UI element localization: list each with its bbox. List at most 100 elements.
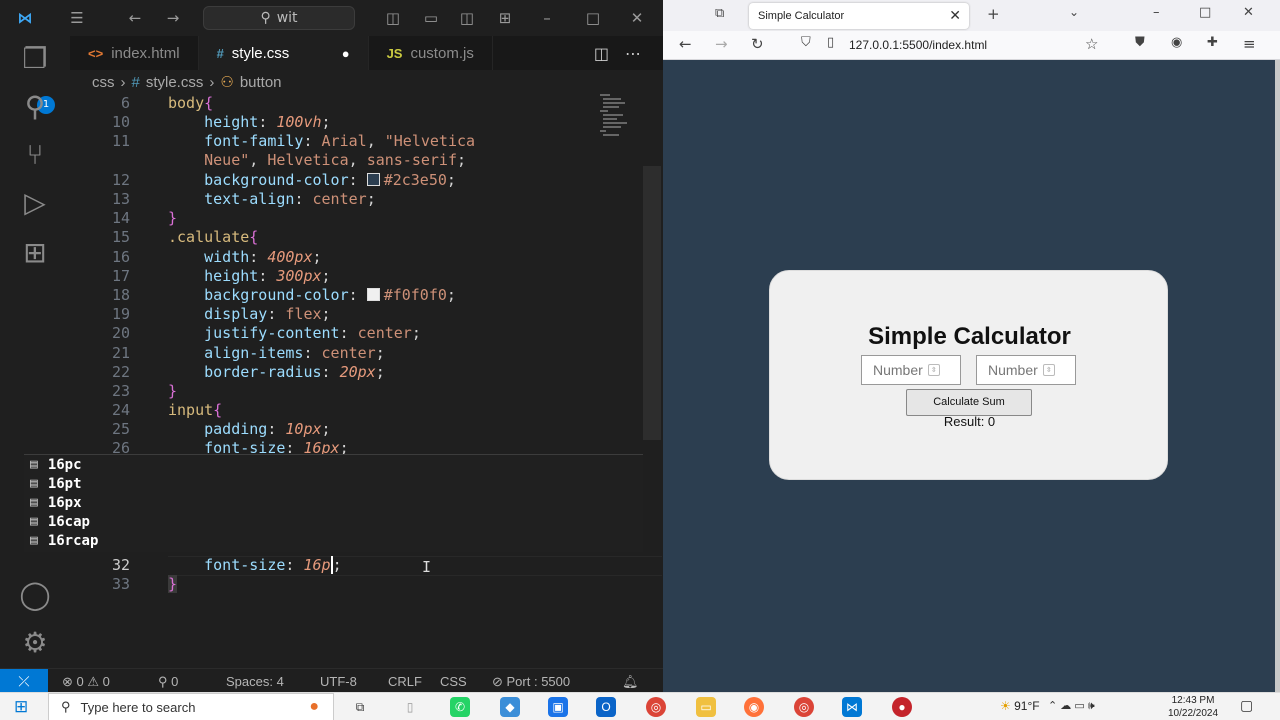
spinner-icon[interactable]: ⇳ — [1042, 364, 1055, 376]
task-view-icon[interactable]: ⧉ — [350, 697, 370, 717]
suggestion-item[interactable]: ▤ 16pc — [24, 455, 82, 474]
system-tray-icons[interactable]: ⌃ ☁ ▭ 🕪︎ — [1048, 699, 1095, 713]
suggestion-item[interactable]: ▤ 16px — [24, 493, 82, 512]
language-status[interactable]: CSS — [440, 674, 467, 689]
whatsapp-icon[interactable]: ✆ — [450, 697, 470, 717]
tab-style-css[interactable]: # style.css ● — [198, 36, 369, 70]
command-center-search[interactable]: ⚲ wit — [203, 6, 355, 30]
calculate-sum-button[interactable]: Calculate Sum — [906, 389, 1032, 416]
vscode-icon[interactable]: ⋈ — [842, 697, 862, 717]
minimize-icon[interactable]: – — [536, 8, 558, 28]
reload-icon[interactable]: ↻ — [751, 35, 764, 53]
app-icon[interactable]: ● — [892, 697, 912, 717]
search-icon[interactable]: ⚲ — [14, 86, 56, 128]
notifications-bell-icon[interactable]: 🔔︎ — [622, 674, 639, 690]
shield-icon[interactable]: ⛉ — [801, 35, 811, 50]
forward-arrow-icon[interactable]: → — [162, 8, 184, 28]
settings-gear-icon[interactable]: ⚙ — [14, 622, 56, 664]
close-icon[interactable]: ✕ — [1243, 5, 1254, 20]
breadcrumb-file[interactable]: style.css — [146, 74, 204, 91]
minimize-icon[interactable]: – — [1153, 5, 1160, 20]
line-number: 22 — [111, 363, 130, 381]
number-input-2[interactable]: Number ⇳ — [976, 355, 1076, 385]
editor-scrollbar[interactable] — [643, 166, 661, 440]
ports-status[interactable]: ⚲ 0 — [158, 674, 178, 690]
close-icon[interactable]: ✕ — [626, 8, 648, 28]
problems-status[interactable]: ⊗ 0 ⚠ 0 — [62, 674, 110, 690]
chrome-icon[interactable]: ◎ — [646, 697, 666, 717]
more-actions-icon[interactable]: ⋯ — [625, 44, 641, 63]
explorer-icon[interactable]: ❐ — [14, 38, 56, 80]
activity-bar: ❐ 1 ⚲ ⑂ ▷ ⊞ ◯ ⚙ — [0, 36, 70, 668]
line-number: 11 — [111, 132, 130, 150]
account-icon[interactable]: ◉ — [1171, 35, 1182, 50]
outlook-icon[interactable]: O — [596, 697, 616, 717]
code-editor[interactable]: 6 10 11 12 13 14 15 16 17 18 19 20 21 22… — [70, 94, 662, 668]
suggestion-item[interactable]: ▤ 16rcap — [24, 531, 98, 550]
clock[interactable]: 12:43 PM 10/22/2024 — [1168, 694, 1218, 720]
folder-icon[interactable]: ▭ — [696, 697, 716, 717]
app-icon[interactable]: ◆ — [500, 697, 520, 717]
breadcrumb: css › # style.css › ⚇ button — [70, 70, 663, 94]
tab-custom-js[interactable]: JS custom.js — [369, 36, 493, 70]
notification-icon[interactable]: ▢ — [1240, 697, 1253, 714]
menu-icon[interactable]: ☰ — [66, 8, 88, 28]
chrome-icon[interactable]: ◎ — [794, 697, 814, 717]
line-number: 18 — [111, 286, 130, 304]
account-icon[interactable]: ◯ — [14, 574, 56, 616]
back-arrow-icon[interactable]: ← — [124, 8, 146, 28]
tab-index-html[interactable]: <> index.html — [70, 36, 199, 70]
eol-status[interactable]: CRLF — [388, 674, 422, 689]
unit-icon: ▤ — [30, 457, 38, 472]
toggle-panel-icon[interactable]: ▭ — [420, 8, 442, 28]
encoding-status[interactable]: UTF-8 — [320, 674, 357, 689]
split-editor-icon[interactable]: ◫ — [594, 44, 609, 63]
toggle-sidebar-icon[interactable]: ◫ — [382, 8, 404, 28]
toggle-secondary-sidebar-icon[interactable]: ◫ — [456, 8, 478, 28]
store-icon[interactable]: ▣ — [548, 697, 568, 717]
suggestion-item[interactable]: ▤ 16pt — [24, 474, 82, 493]
minimap[interactable] — [600, 94, 640, 144]
line-number: 33 — [111, 575, 130, 593]
forward-arrow-icon[interactable]: → — [715, 35, 728, 53]
css-file-icon: # — [216, 45, 224, 61]
breadcrumb-folder[interactable]: css — [92, 74, 115, 91]
unsaved-dot-icon[interactable]: ● — [342, 46, 350, 61]
basketball-icon: ● — [309, 698, 319, 715]
extensions-icon[interactable]: ✚ — [1207, 35, 1218, 50]
code-line: font-size: 16p; — [204, 556, 342, 574]
taskbar-search[interactable]: ⚲ Type here to search ● — [48, 693, 334, 720]
maximize-icon[interactable]: □ — [582, 8, 604, 28]
live-server-port[interactable]: ⊘ Port : 5500 — [492, 674, 570, 690]
customize-layout-icon[interactable]: ⊞ — [494, 8, 516, 28]
remote-indicator-icon[interactable]: ⤫ — [0, 668, 48, 693]
tab-list-icon[interactable]: ⧉ — [715, 6, 724, 21]
menu-icon[interactable]: ≡ — [1243, 35, 1256, 53]
bookmark-star-icon[interactable]: ☆ — [1085, 35, 1098, 53]
browser-tab[interactable]: Simple Calculator ✕ — [749, 3, 969, 29]
suggestion-item[interactable]: ▤ 16cap — [24, 512, 90, 531]
new-tab-icon[interactable]: + — [987, 5, 1000, 23]
page-scrollbar[interactable] — [1275, 60, 1280, 692]
source-control-icon[interactable]: ⑂ — [14, 134, 56, 176]
breadcrumb-symbol[interactable]: button — [240, 74, 282, 91]
file-icon[interactable]: ▯ — [400, 697, 420, 717]
extensions-icon[interactable]: ⊞ — [14, 232, 56, 274]
back-arrow-icon[interactable]: ← — [679, 35, 692, 53]
weather-widget[interactable]: ☀ 91°F — [1000, 699, 1040, 713]
firefox-icon[interactable]: ◉ — [744, 697, 764, 717]
color-swatch[interactable] — [366, 173, 380, 186]
chevron-down-icon[interactable]: ⌄ — [1069, 5, 1079, 19]
spinner-icon[interactable]: ⇳ — [927, 364, 940, 376]
maximize-icon[interactable]: □ — [1199, 5, 1211, 20]
sun-icon: ☀ — [1000, 699, 1011, 713]
line-number: 21 — [111, 344, 130, 362]
run-debug-icon[interactable]: ▷ — [14, 182, 56, 224]
color-swatch[interactable] — [366, 288, 380, 301]
indentation-status[interactable]: Spaces: 4 — [226, 674, 284, 689]
pocket-icon[interactable]: ⛊ — [1135, 35, 1145, 50]
windows-start-icon[interactable]: ⊞ — [14, 697, 28, 717]
url-bar[interactable]: 127.0.0.1:5500/index.html — [849, 38, 987, 52]
close-tab-icon[interactable]: ✕ — [949, 7, 961, 24]
number-input-1[interactable]: Number ⇳ — [861, 355, 961, 385]
